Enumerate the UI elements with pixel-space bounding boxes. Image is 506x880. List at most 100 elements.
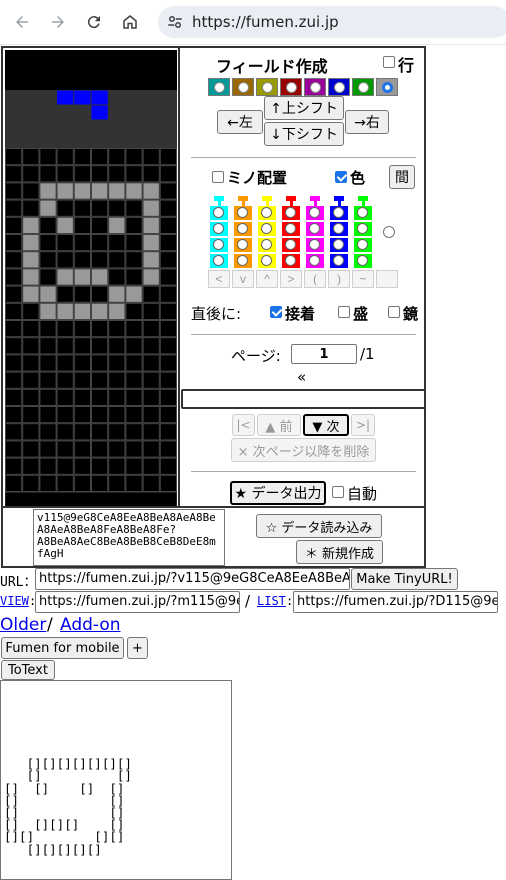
field-cell[interactable] xyxy=(125,320,143,338)
field-cell[interactable] xyxy=(108,457,126,475)
field-cell[interactable] xyxy=(56,251,74,269)
field-cell[interactable] xyxy=(142,285,160,303)
garbage-cell[interactable] xyxy=(22,251,40,269)
field-cell[interactable] xyxy=(22,371,40,389)
field-cell[interactable] xyxy=(91,440,109,458)
palette-radio[interactable] xyxy=(237,255,248,266)
field-cell[interactable] xyxy=(159,320,177,338)
palette-radio[interactable] xyxy=(261,255,272,266)
field-cell[interactable] xyxy=(39,354,57,372)
field-cell[interactable] xyxy=(108,371,126,389)
field-cell[interactable] xyxy=(91,337,109,355)
field-cell[interactable] xyxy=(125,440,143,458)
field-cell[interactable] xyxy=(159,371,177,389)
field-cell[interactable] xyxy=(5,234,23,252)
palette-cell[interactable] xyxy=(330,206,348,220)
garbage-cell[interactable] xyxy=(22,285,40,303)
field-cell[interactable] xyxy=(5,388,23,406)
field-cell[interactable] xyxy=(39,251,57,269)
garbage-cell[interactable] xyxy=(142,182,160,200)
field-cell[interactable] xyxy=(56,148,74,166)
field-cell[interactable] xyxy=(22,302,40,321)
field-cell[interactable] xyxy=(108,199,126,217)
field-cell[interactable] xyxy=(5,457,23,475)
field-cell[interactable] xyxy=(5,251,23,269)
garbage-cell[interactable] xyxy=(91,268,109,286)
mobile-button[interactable]: Fumen for mobile xyxy=(1,637,124,659)
totext-button[interactable]: ToText xyxy=(1,660,55,680)
load-data-button[interactable]: ☆ データ読み込み xyxy=(256,514,382,538)
palette-radio[interactable] xyxy=(261,239,272,250)
garbage-cell[interactable] xyxy=(56,182,74,200)
field-cell[interactable] xyxy=(125,388,143,406)
field-cell[interactable] xyxy=(22,320,40,338)
home-icon[interactable] xyxy=(117,9,143,35)
palette-cell[interactable] xyxy=(306,254,324,268)
garbage-cell[interactable] xyxy=(39,199,57,217)
field-cell[interactable] xyxy=(5,302,23,321)
shift-right-button[interactable]: →右 xyxy=(345,110,389,134)
forward-arrow-icon[interactable] xyxy=(45,9,71,35)
field-cell[interactable] xyxy=(5,148,23,166)
piece-cell[interactable] xyxy=(91,90,108,105)
tetris-field[interactable] xyxy=(5,50,177,508)
address-bar[interactable]: https://fumen.zui.jp xyxy=(158,6,506,38)
last-page-button[interactable]: >| xyxy=(351,414,375,436)
field-cell[interactable] xyxy=(56,285,74,303)
field-cell[interactable] xyxy=(108,423,126,441)
field-cell[interactable] xyxy=(73,423,92,441)
field-cell[interactable] xyxy=(5,320,23,338)
field-cell[interactable] xyxy=(22,457,40,475)
make-tinyurl-button[interactable]: Make TinyURL! xyxy=(351,568,458,590)
field-cell[interactable] xyxy=(22,406,40,424)
field-cell[interactable] xyxy=(22,182,40,200)
palette-radio[interactable] xyxy=(285,223,296,234)
field-cell[interactable] xyxy=(159,354,177,372)
field-cell[interactable] xyxy=(91,457,109,475)
garbage-cell[interactable] xyxy=(39,285,57,303)
field-cell[interactable] xyxy=(159,234,177,252)
palette-cell[interactable] xyxy=(210,206,228,220)
field-cell[interactable] xyxy=(56,234,74,252)
field-cell[interactable] xyxy=(5,423,23,441)
palette-cell[interactable] xyxy=(234,206,252,220)
color-swatch[interactable] xyxy=(328,78,350,96)
palette-cell[interactable] xyxy=(258,238,276,252)
palette-radio[interactable] xyxy=(309,255,320,266)
color-swatch[interactable] xyxy=(280,78,302,96)
palette-radio[interactable] xyxy=(237,207,248,218)
field-cell[interactable] xyxy=(5,216,23,235)
key-button[interactable]: ) xyxy=(328,270,350,288)
field-cell[interactable] xyxy=(91,474,109,492)
swatch-radio[interactable] xyxy=(214,82,225,93)
field-cell[interactable] xyxy=(5,285,23,303)
key-button[interactable]: < xyxy=(208,270,230,288)
garbage-cell[interactable] xyxy=(39,302,57,321)
field-cell[interactable] xyxy=(142,371,160,389)
field-cell[interactable] xyxy=(142,354,160,372)
field-cell[interactable] xyxy=(125,199,143,217)
palette-cell[interactable] xyxy=(210,254,228,268)
gap-button[interactable]: 間 xyxy=(389,165,415,189)
field-cell[interactable] xyxy=(22,423,40,441)
list-url-field[interactable]: https://fumen.zui.jp/?D115@9eG8CeA8 xyxy=(293,591,498,613)
field-cell[interactable] xyxy=(22,388,40,406)
mino-placement-checkbox[interactable] xyxy=(212,171,224,183)
field-cell[interactable] xyxy=(108,320,126,338)
garbage-cell[interactable] xyxy=(142,251,160,269)
key-button[interactable]: ~ xyxy=(352,270,374,288)
field-cell[interactable] xyxy=(56,406,74,424)
palette-radio[interactable] xyxy=(383,226,395,238)
palette-radio[interactable] xyxy=(309,207,320,218)
field-cell[interactable] xyxy=(159,165,177,183)
garbage-cell[interactable] xyxy=(108,216,126,235)
field-cell[interactable] xyxy=(56,337,74,355)
field-cell[interactable] xyxy=(159,302,177,321)
palette-radio[interactable] xyxy=(285,207,296,218)
field-cell[interactable] xyxy=(39,440,57,458)
field-cell[interactable] xyxy=(91,371,109,389)
field-cell[interactable] xyxy=(91,320,109,338)
field-cell[interactable] xyxy=(108,337,126,355)
comment-input[interactable] xyxy=(181,389,426,409)
field-cell[interactable] xyxy=(73,148,92,166)
